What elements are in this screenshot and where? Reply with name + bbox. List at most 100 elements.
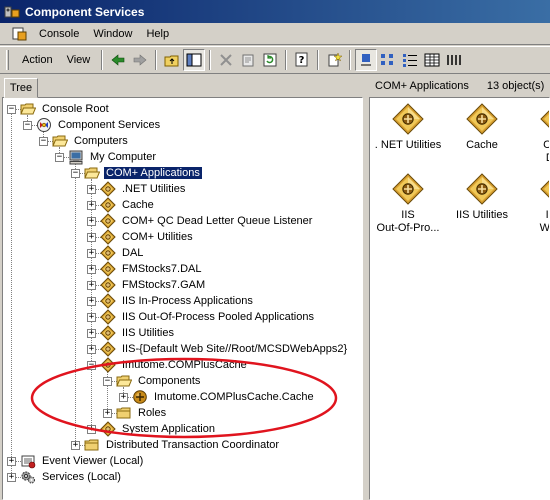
details-header-title: COM+ Applications: [375, 80, 469, 92]
expand-button[interactable]: +: [87, 265, 96, 274]
expand-button[interactable]: +: [87, 425, 96, 434]
com-application-item[interactable]: IIS Utilities: [444, 172, 520, 222]
collapse-button[interactable]: −: [87, 361, 96, 370]
expand-button[interactable]: +: [7, 473, 16, 482]
large-icon-view[interactable]: . NET Utilities Cache COMDea IISOut-Of-Pro.…: [369, 97, 550, 500]
com-package-icon: [100, 261, 116, 277]
columns-view-button[interactable]: [443, 49, 465, 71]
expand-button[interactable]: +: [87, 297, 96, 306]
tree-node[interactable]: COM+ Utilities: [100, 229, 195, 245]
forward-button[interactable]: [129, 49, 151, 71]
menu-console[interactable]: Console: [32, 26, 86, 42]
com-application-item[interactable]: . NET Utilities: [370, 102, 446, 152]
tree-node[interactable]: Console Root: [20, 101, 111, 117]
menu-help[interactable]: Help: [139, 26, 176, 42]
expand-button[interactable]: +: [87, 313, 96, 322]
expand-button[interactable]: +: [71, 441, 80, 450]
back-button[interactable]: [107, 49, 129, 71]
toolbar-grip[interactable]: [6, 50, 9, 70]
expand-button[interactable]: +: [87, 201, 96, 210]
tree-node-label: Roles: [138, 407, 167, 419]
folder-open-icon: [84, 165, 101, 181]
tree-node-label: Event Viewer (Local): [42, 455, 144, 467]
tree-node[interactable]: Cache: [100, 197, 156, 213]
tree-node[interactable]: Distributed Transaction Coordinator: [84, 437, 281, 453]
title-bar: Component Services: [0, 0, 550, 23]
expand-button[interactable]: +: [87, 233, 96, 242]
item-label: . NET Utilities: [374, 139, 442, 151]
action-menu[interactable]: Action: [15, 52, 60, 68]
tree-node[interactable]: System Application: [100, 421, 217, 437]
expand-button[interactable]: +: [119, 393, 128, 402]
com-package-icon: [391, 172, 425, 206]
collapse-button[interactable]: −: [23, 121, 32, 130]
large-icons-view-button[interactable]: [355, 49, 378, 71]
expand-button[interactable]: +: [87, 345, 96, 354]
tree-node[interactable]: DAL: [100, 245, 145, 261]
properties-button[interactable]: [237, 49, 259, 71]
component-services-icon: [4, 4, 20, 20]
tree-node[interactable]: Event Viewer (Local): [20, 453, 145, 469]
expand-button[interactable]: +: [103, 409, 112, 418]
tree-node[interactable]: FMStocks7.DAL: [100, 261, 203, 277]
delete-button[interactable]: [215, 49, 237, 71]
toolbar-separator: [209, 50, 212, 70]
expand-button[interactable]: +: [87, 249, 96, 258]
tree-node-label: IIS Out-Of-Process Pooled Applications: [122, 311, 314, 323]
tab-tree[interactable]: Tree: [4, 78, 38, 98]
tree-node-label: COM+ Applications: [103, 166, 203, 180]
expand-button[interactable]: +: [87, 281, 96, 290]
com-package-icon: [465, 172, 499, 206]
tree-node[interactable]: IIS Out-Of-Process Pooled Applications: [100, 309, 316, 325]
tree-node[interactable]: Computers: [52, 133, 130, 149]
tree-node[interactable]: Imutome.COMPlusCache.Cache: [132, 389, 316, 405]
list-view-button[interactable]: [399, 49, 421, 71]
expand-button[interactable]: +: [87, 217, 96, 226]
show-hide-tree-button[interactable]: [183, 49, 206, 71]
view-menu[interactable]: View: [60, 52, 98, 68]
tree-node[interactable]: IIS In-Process Applications: [100, 293, 255, 309]
tree-node-label: DAL: [122, 247, 144, 259]
com-package-icon: [100, 213, 116, 229]
console-menu-icon[interactable]: [12, 26, 28, 42]
tree-node[interactable]: Components: [116, 373, 202, 389]
tree-view[interactable]: − Console Root − Component Services − Compute…: [2, 97, 363, 500]
up-one-level-button[interactable]: [161, 49, 183, 71]
refresh-button[interactable]: [259, 49, 281, 71]
com-package-icon: [100, 277, 116, 293]
small-icons-view-button[interactable]: [377, 49, 399, 71]
tree-node[interactable]: Services (Local): [20, 469, 123, 485]
properties-icon: [242, 54, 254, 67]
tree-node[interactable]: IIS-{Default Web Site//Root/MCSDWebApps2…: [100, 341, 349, 357]
collapse-button[interactable]: −: [7, 105, 16, 114]
tree-node[interactable]: .NET Utilities: [100, 181, 187, 197]
detail-view-button[interactable]: [421, 49, 443, 71]
component-ball-icon: [132, 389, 148, 405]
menu-window[interactable]: Window: [86, 26, 139, 42]
expand-button[interactable]: +: [7, 457, 16, 466]
tree-node[interactable]: COM+ QC Dead Letter Queue Listener: [100, 213, 314, 229]
tree-node[interactable]: COM+ Applications: [84, 165, 203, 181]
collapse-button[interactable]: −: [55, 153, 64, 162]
expand-button[interactable]: +: [87, 329, 96, 338]
tree-node[interactable]: Imutome.COMPlusCache: [100, 357, 249, 373]
tree-node[interactable]: Component Services: [36, 117, 162, 133]
item-label: IIS-{: [545, 209, 549, 221]
new-item-button[interactable]: [323, 49, 345, 71]
com-application-item[interactable]: Cache: [444, 102, 520, 152]
collapse-button[interactable]: −: [39, 137, 48, 146]
expand-button[interactable]: +: [87, 185, 96, 194]
tree-node[interactable]: My Computer: [68, 149, 158, 165]
tree-node[interactable]: IIS Utilities: [100, 325, 176, 341]
tree-node[interactable]: Roles: [116, 405, 168, 421]
tree-node-label: Components: [138, 375, 201, 387]
com-application-item[interactable]: IIS-{Web S: [518, 172, 549, 235]
collapse-button[interactable]: −: [103, 377, 112, 386]
collapse-button[interactable]: −: [71, 169, 80, 178]
com-application-item[interactable]: IIS Out-Of-Pro...: [370, 172, 446, 235]
tree-node-label: .NET Utilities: [122, 183, 186, 195]
tree-node[interactable]: FMStocks7.GAM: [100, 277, 207, 293]
help-button[interactable]: ?: [291, 49, 313, 71]
com-application-item[interactable]: COMDea: [518, 102, 549, 165]
detail-view-icon: [424, 53, 440, 67]
